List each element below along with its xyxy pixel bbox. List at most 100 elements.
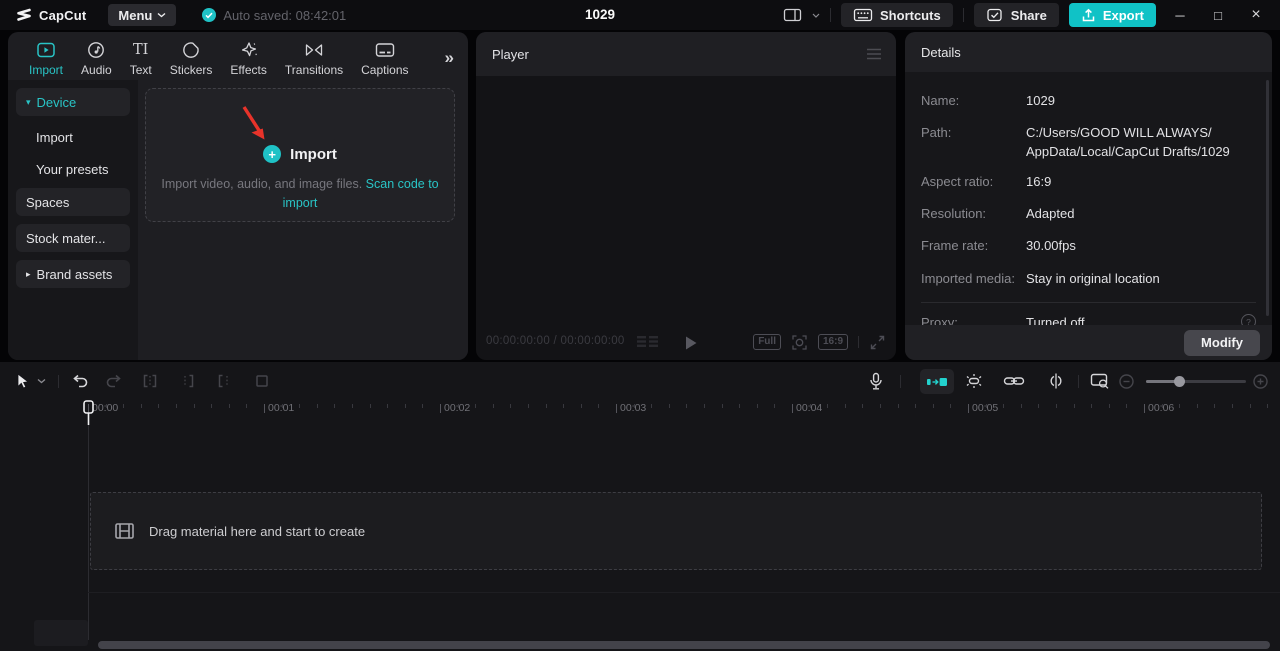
main-track-magnet-button[interactable] (962, 369, 986, 393)
zoom-out-button[interactable] (1114, 369, 1138, 393)
ruler-minor-tick (1162, 404, 1163, 408)
tab-text[interactable]: TI Text (121, 40, 161, 77)
aspect-ratio-button[interactable]: 16:9 (818, 334, 848, 350)
sidebar-item-your-presets[interactable]: Your presets (16, 156, 130, 182)
select-tool-button[interactable] (10, 369, 34, 393)
player-title: Player (492, 47, 529, 62)
ruler-major-tick: 00:05 (968, 404, 969, 413)
minimize-button[interactable]: ─ (1166, 0, 1194, 30)
share-button[interactable]: Share (974, 3, 1059, 27)
ruler-minor-tick (845, 404, 846, 408)
timeline-ruler[interactable]: 00:0000:0100:0200:0300:0400:0500:06 (0, 400, 1280, 422)
export-button[interactable]: Export (1069, 3, 1156, 27)
ruler-minor-tick (634, 404, 635, 408)
ruler-minor-tick (1126, 404, 1127, 408)
crop-button[interactable] (250, 369, 274, 393)
detail-row-imported-media: Imported media: Stay in original locatio… (921, 270, 1256, 289)
player-panel: Player 00:00:00:00 / 00:00:00:00 Full 16… (476, 32, 896, 360)
delete-left-button[interactable] (176, 369, 200, 393)
sidebar-item-label: Brand assets (37, 267, 113, 282)
zoom-out-icon (1118, 373, 1135, 390)
timeline-dropzone[interactable]: Drag material here and start to create (90, 492, 1262, 570)
tab-effects[interactable]: Effects (221, 40, 275, 77)
zoom-fit-icon[interactable] (791, 334, 808, 351)
detail-value: 30.00fps (1026, 237, 1256, 256)
effects-star-icon (240, 40, 258, 60)
ruler-minor-tick (106, 404, 107, 408)
detail-row-path: Path: C:/Users/GOOD WILL ALWAYS/ AppData… (921, 124, 1256, 162)
sidebar-item-brand-assets[interactable]: ▸ Brand assets (16, 260, 130, 288)
fullscreen-icon[interactable] (869, 334, 886, 351)
tab-captions[interactable]: Captions (352, 40, 417, 77)
ruler-minor-tick (158, 404, 159, 408)
link-button[interactable] (1002, 369, 1026, 393)
tab-label: Effects (230, 63, 266, 77)
tab-stickers[interactable]: Stickers (161, 40, 222, 77)
ruler-minor-tick (933, 404, 934, 408)
ruler-minor-tick (950, 404, 951, 408)
ruler-minor-tick (757, 404, 758, 408)
ruler-minor-tick (510, 404, 511, 408)
redo-button[interactable] (102, 369, 126, 393)
details-scrollbar[interactable] (1266, 80, 1269, 316)
timeline-horizontal-scrollbar[interactable] (98, 641, 1270, 649)
ruler-minor-tick (370, 404, 371, 408)
maximize-button[interactable]: □ (1204, 0, 1232, 30)
timeline-zoom-slider[interactable] (1146, 380, 1246, 383)
detail-value: C:/Users/GOOD WILL ALWAYS/ AppData/Local… (1026, 124, 1256, 162)
close-button[interactable]: × (1242, 0, 1270, 30)
undo-button[interactable] (68, 369, 92, 393)
split-button[interactable] (138, 369, 162, 393)
sidebar-item-import[interactable]: Import (16, 124, 130, 150)
ruler-minor-tick (317, 404, 318, 408)
caret-down-icon: ▾ (26, 98, 31, 107)
full-preview-button[interactable]: Full (753, 334, 781, 350)
frame-pages-icon[interactable] (636, 335, 660, 349)
sidebar-item-device[interactable]: ▾ Device (16, 88, 130, 116)
import-header: + Import (146, 145, 454, 163)
tab-transitions[interactable]: Transitions (276, 40, 352, 77)
media-tabs: Import Audio TI Text Stickers Effects Tr… (8, 32, 468, 82)
share-label: Share (1011, 8, 1047, 23)
player-header: Player (476, 32, 896, 76)
zoom-in-button[interactable] (1248, 369, 1272, 393)
tab-import[interactable]: Import (20, 40, 72, 77)
tabs-expand-button[interactable]: » (445, 48, 456, 68)
menu-button[interactable]: Menu (108, 4, 176, 26)
ruler-minor-tick (246, 404, 247, 408)
detail-label: Path: (921, 124, 1026, 162)
playhead[interactable] (83, 400, 94, 426)
tab-label: Stickers (170, 63, 213, 77)
auto-snap-toggle[interactable] (920, 369, 954, 394)
delete-right-button[interactable] (212, 369, 236, 393)
player-menu-icon[interactable] (866, 48, 882, 60)
tab-audio[interactable]: Audio (72, 40, 121, 77)
play-button[interactable] (680, 332, 702, 354)
export-label: Export (1103, 8, 1144, 23)
details-panel: Details Name: 1029 Path: C:/Users/GOOD W… (905, 32, 1272, 360)
link-icon (1003, 374, 1025, 388)
record-voiceover-button[interactable] (864, 369, 888, 393)
sidebar-item-stock-materials[interactable]: Stock mater... (16, 224, 130, 252)
zoom-slider-handle[interactable] (1174, 376, 1185, 387)
preview-axis-button[interactable] (1044, 369, 1068, 393)
document-title: 1029 (555, 0, 645, 30)
ruler-minor-tick (194, 404, 195, 408)
detail-value: 1029 (1026, 92, 1256, 111)
toolbar-separator (1078, 375, 1079, 388)
layout-chevron-icon[interactable] (812, 13, 820, 18)
render-preview-button[interactable] (1088, 369, 1112, 393)
zoom-in-icon (1252, 373, 1269, 390)
sidebar-item-spaces[interactable]: Spaces (16, 188, 130, 216)
capcut-logo: CapCut (14, 8, 86, 23)
help-icon[interactable]: ? (1241, 314, 1256, 325)
import-dropzone[interactable]: + Import Import video, audio, and image … (145, 88, 455, 222)
layout-button[interactable] (783, 7, 802, 23)
media-panel: Import Audio TI Text Stickers Effects Tr… (8, 32, 468, 360)
detail-label: Resolution: (921, 205, 1026, 224)
shortcuts-button[interactable]: Shortcuts (841, 3, 953, 27)
tool-chevron-button[interactable] (34, 369, 48, 393)
plus-icon: + (263, 145, 281, 163)
modify-button[interactable]: Modify (1184, 330, 1260, 356)
tab-label: Import (29, 63, 63, 77)
